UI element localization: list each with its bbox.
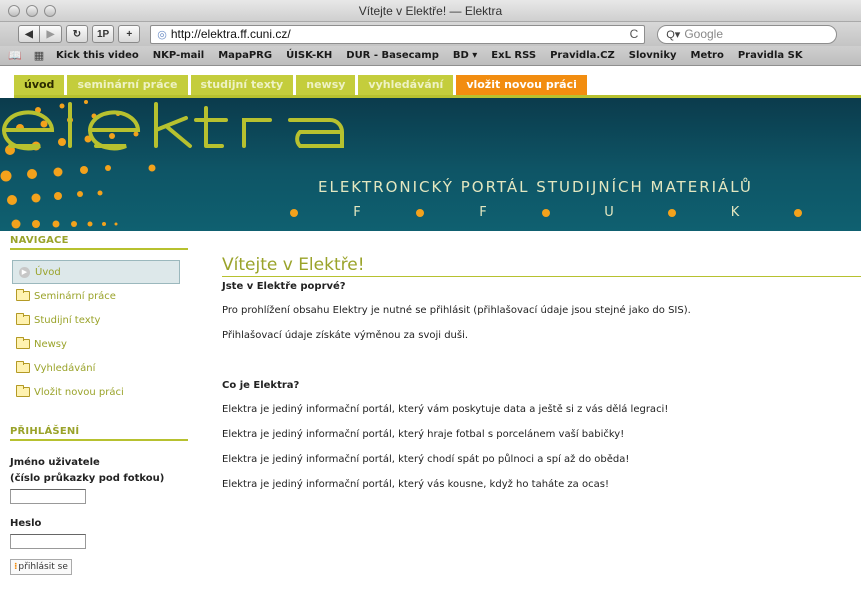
password-field[interactable] xyxy=(10,534,86,549)
back-button[interactable]: ◀ xyxy=(18,25,40,43)
site-tab-nav: úvod seminární práce studijní texty news… xyxy=(0,66,861,98)
onepassword-button[interactable]: 1P xyxy=(92,25,115,43)
bookmarks-bar: 📖 ▦ Kick this video NKP-mail MapaPRG ÚIS… xyxy=(0,46,861,66)
folder-icon xyxy=(16,313,30,325)
username-label: Jméno uživatele (číslo průkazky pod fotk… xyxy=(10,457,165,484)
ffuk-letter: F xyxy=(353,205,361,220)
folder-icon xyxy=(16,361,30,373)
sidebar-item-label: Studijní texty xyxy=(34,314,101,326)
history-buttons: ◀ ▶ xyxy=(18,25,62,43)
open-book-icon[interactable]: 📖 xyxy=(8,49,22,62)
dot-icon xyxy=(416,208,424,217)
bookmark-item[interactable]: BD ▾ xyxy=(453,50,477,61)
paragraph: Pro prohlížení obsahu Elektry je nutné s… xyxy=(222,305,691,316)
main-content: Vítejte v Elektře! Jste v Elektře poprvé… xyxy=(222,255,861,491)
paragraph: Elektra je jediný informační portál, kte… xyxy=(222,454,630,465)
grid-icon[interactable]: ▦ xyxy=(32,49,46,62)
sidebar-item-vlozit-novou-praci[interactable]: Vložit novou práci xyxy=(10,380,190,404)
add-bookmark-button[interactable]: + xyxy=(118,25,141,43)
reload-icon: ↻ xyxy=(72,28,82,40)
paragraph: Elektra je jediný informační portál, kte… xyxy=(222,479,609,490)
section-heading: Jste v Elektře poprvé? xyxy=(222,281,346,292)
page-content: NAVIGACE ▶ Úvod Seminární práce Studijní… xyxy=(0,231,861,576)
window-title: Vítejte v Elektře! — Elektra xyxy=(358,4,503,18)
reload-button[interactable]: ↻ xyxy=(66,25,88,43)
plus-icon: + xyxy=(126,28,133,40)
sidebar-item-studijni-texty[interactable]: Studijní texty xyxy=(10,308,190,332)
sidebar-item-label: Vložit novou práci xyxy=(34,386,124,398)
address-bar[interactable]: ◎ http://elektra.ff.cuni.cz/ C xyxy=(150,24,646,44)
tab-seminarni-prace[interactable]: seminární práce xyxy=(67,75,188,95)
bookmark-item[interactable]: Pravidla SK xyxy=(738,50,803,61)
tab-vlozit-novou-praci[interactable]: vložit novou práci xyxy=(456,75,587,95)
section-heading: Co je Elektra? xyxy=(222,380,300,391)
sidebar-item-newsy[interactable]: Newsy xyxy=(10,332,190,356)
window-titlebar: Vítejte v Elektře! — Elektra xyxy=(0,0,861,22)
bookmark-item[interactable]: NKP-mail xyxy=(153,50,204,61)
search-input[interactable]: Q▾ Google xyxy=(657,24,838,44)
tab-newsy[interactable]: newsy xyxy=(296,75,356,95)
paragraph: Přihlašovací údaje získáte výměnou za sv… xyxy=(222,330,469,341)
bookmark-item[interactable]: Kick this video xyxy=(56,50,139,61)
forward-arrow-icon: ▶ xyxy=(46,28,55,40)
sidebar-item-uvod[interactable]: ▶ Úvod xyxy=(12,260,180,284)
password-label: Heslo xyxy=(10,518,42,529)
forward-button[interactable]: ▶ xyxy=(40,25,62,43)
bookmark-item[interactable]: ExL RSS xyxy=(491,50,536,61)
refresh-icon[interactable]: C xyxy=(630,27,639,41)
page-title: Vítejte v Elektře! xyxy=(222,255,861,277)
sidebar-item-label: Seminární práce xyxy=(34,290,116,302)
login-button[interactable]: ⁝ přihlásit se xyxy=(10,559,72,575)
folder-icon xyxy=(16,385,30,397)
username-field[interactable] xyxy=(10,489,86,504)
bookmark-item[interactable]: Metro xyxy=(691,50,724,61)
search-icon: Q▾ xyxy=(666,28,681,41)
folder-icon xyxy=(16,289,30,301)
arrow-circle-icon: ▶ xyxy=(19,266,30,278)
address-url: http://elektra.ff.cuni.cz/ xyxy=(170,27,291,41)
sidebar-menu: ▶ Úvod Seminární práce Studijní texty Ne… xyxy=(10,260,190,404)
bookmark-item[interactable]: ÚISK-KH xyxy=(286,50,332,61)
bookmark-item[interactable]: Pravidla.CZ xyxy=(550,50,615,61)
elektra-logo xyxy=(2,102,344,151)
bookmark-item[interactable]: MapaPRG xyxy=(218,50,272,61)
sidebar-item-label: Vyhledávání xyxy=(34,362,96,374)
browser-toolbar: ◀ ▶ ↻ 1P + ◎ http://elektra.ff.cuni.cz/ … xyxy=(0,22,861,46)
banner-subtitle: ELEKTRONICKÝ PORTÁL STUDIJNÍCH MATERIÁLŮ xyxy=(318,178,753,196)
paragraph: Elektra je jediný informační portál, kte… xyxy=(222,429,625,440)
login-heading: PŘIHLÁŠENÍ xyxy=(10,426,188,441)
folder-icon xyxy=(16,337,30,349)
sidebar-item-vyhledavani[interactable]: Vyhledávání xyxy=(10,356,190,380)
back-arrow-icon: ◀ xyxy=(25,28,33,40)
tab-uvod[interactable]: úvod xyxy=(14,75,65,95)
bolt-icon: ⁝ xyxy=(14,562,18,572)
tab-studijni-texty[interactable]: studijní texty xyxy=(190,75,294,95)
paragraph: Elektra je jediný informační portál, kte… xyxy=(222,404,669,415)
bookmark-item[interactable]: Slovniky xyxy=(629,50,677,61)
sidebar: NAVIGACE ▶ Úvod Seminární práce Studijní… xyxy=(10,235,190,575)
sidebar-item-seminarni-prace[interactable]: Seminární práce xyxy=(10,284,190,308)
navigation-heading: NAVIGACE xyxy=(10,235,188,250)
search-placeholder: Google xyxy=(684,27,724,41)
ffuk-letter: F xyxy=(479,205,487,220)
bookmark-item[interactable]: DUR - Basecamp xyxy=(346,50,439,61)
sidebar-item-label: Úvod xyxy=(35,266,61,278)
ffuk-row: F F U K xyxy=(290,205,810,220)
dot-icon xyxy=(794,208,802,217)
sidebar-item-label: Newsy xyxy=(34,338,67,350)
ffuk-letter: U xyxy=(604,205,614,220)
tab-vyhledavani[interactable]: vyhledávání xyxy=(358,75,454,95)
header-banner: ELEKTRONICKÝ PORTÁL STUDIJNÍCH MATERIÁLŮ… xyxy=(0,98,861,231)
dot-icon xyxy=(290,208,298,217)
ffuk-letter: K xyxy=(730,205,740,220)
dot-icon xyxy=(542,208,550,217)
dot-icon xyxy=(668,208,676,217)
site-globe-icon: ◎ xyxy=(157,28,167,41)
